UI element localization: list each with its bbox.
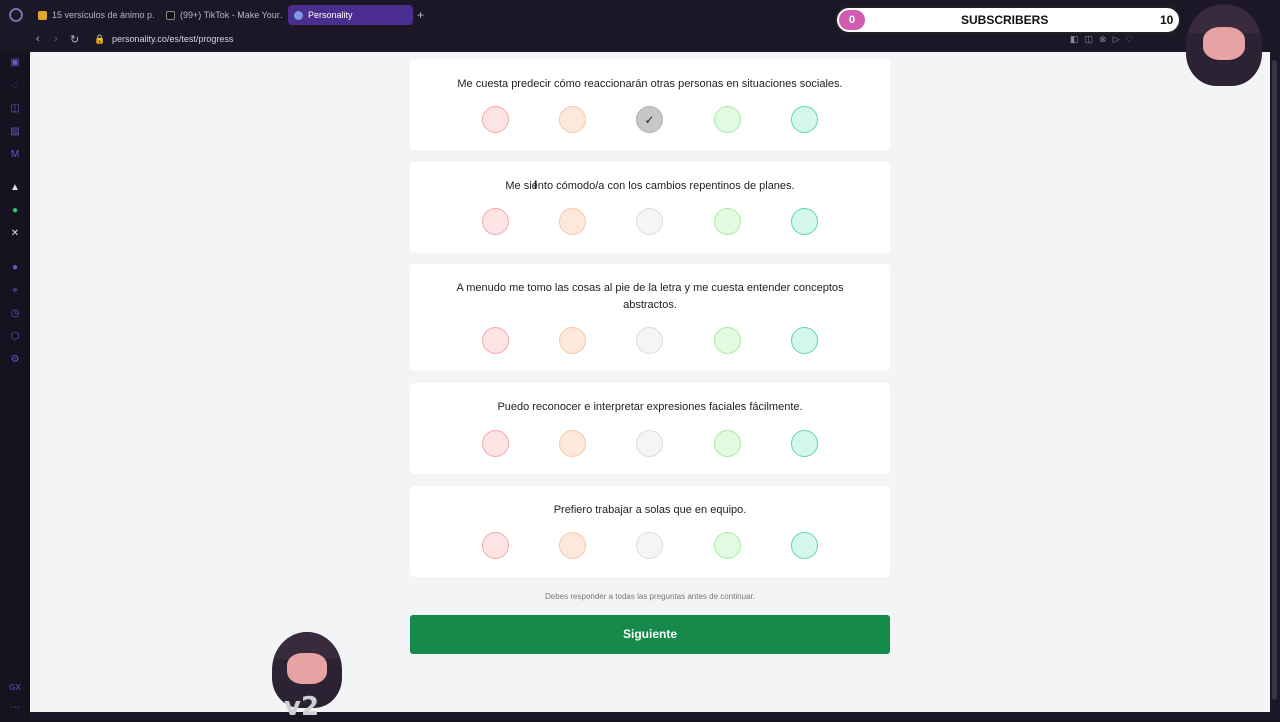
version-badge: v2 <box>284 692 320 722</box>
page-content: Me cuesta predecir cómo reaccionarán otr… <box>30 52 1270 712</box>
question-text: Me cuesta predecir cómo reaccionarán otr… <box>457 78 843 90</box>
new-tab-button[interactable]: + <box>417 8 424 22</box>
check-icon: ✓ <box>644 112 655 127</box>
answer-option-2[interactable] <box>559 208 586 235</box>
bookmark-favicon-icon <box>38 10 47 20</box>
next-button[interactable]: Siguiente <box>410 615 890 654</box>
avatar-face <box>1202 26 1246 60</box>
subscriber-count: 0 <box>839 10 865 30</box>
spotify-icon[interactable]: ● <box>9 262 21 274</box>
answer-option-4[interactable] <box>714 327 741 354</box>
sidebar-history-icon[interactable]: ◌ <box>9 80 21 92</box>
horizontal-scrollbar[interactable] <box>30 712 1270 720</box>
sidebar-gx-icon[interactable]: ▣ <box>9 57 21 69</box>
question-card: A menudo me tomo las cosas al pie de la … <box>410 264 890 371</box>
answer-option-4[interactable] <box>714 430 741 457</box>
avatar-face <box>287 653 327 684</box>
sidebar-note-icon[interactable]: ▨ <box>9 126 21 138</box>
text-cursor-icon: I <box>534 178 538 192</box>
extensions-icon[interactable]: ⊗ <box>1099 34 1107 45</box>
answer-option-3[interactable] <box>636 532 663 559</box>
toolbar-icons: ◧ ◫ ⊗ ▷ ♡ <box>1070 34 1134 45</box>
opera-logo-icon[interactable] <box>9 8 23 22</box>
question-card: Puedo reconocer e interpretar expresione… <box>410 383 890 474</box>
answer-option-5[interactable] <box>791 106 818 133</box>
answer-option-5[interactable] <box>791 327 818 354</box>
more-icon[interactable]: ⋯ <box>9 702 21 714</box>
reload-icon[interactable]: ↻ <box>70 33 79 46</box>
tab-personality[interactable]: Personality <box>288 5 413 25</box>
play-icon[interactable]: ▷ <box>1113 34 1120 45</box>
validation-notice: Debes responder a todas las preguntas an… <box>545 592 755 601</box>
share-icon[interactable]: ◫ <box>1085 34 1094 45</box>
answer-option-1[interactable] <box>482 327 509 354</box>
whatsapp-icon[interactable]: ● <box>9 205 21 217</box>
answer-option-1[interactable] <box>482 208 509 235</box>
answer-option-4[interactable] <box>714 208 741 235</box>
forward-icon[interactable]: › <box>54 33 58 45</box>
tab-label: 15 versículos de ánimo p… <box>52 10 154 20</box>
answer-option-3[interactable]: ✓ <box>636 106 663 133</box>
answer-option-3[interactable] <box>636 327 663 354</box>
tab-label: Personality <box>308 10 353 20</box>
personality-favicon-icon <box>294 10 303 20</box>
gx-corner-icon[interactable]: GX <box>9 682 21 694</box>
scrollbar-thumb[interactable] <box>1272 60 1277 700</box>
question-text: Prefiero trabajar a solas que en equipo. <box>553 504 747 516</box>
question-card: Prefiero trabajar a solas que en equipo. <box>410 486 890 577</box>
url-field[interactable]: personality.co/es/test/progress <box>112 34 233 44</box>
tab-tiktok[interactable]: (99+) TikTok - Make Your… <box>160 5 282 25</box>
tab-label: (99+) TikTok - Make Your… <box>180 10 282 20</box>
answer-option-4[interactable] <box>714 106 741 133</box>
x-icon[interactable]: ✕ <box>9 228 21 240</box>
settings-icon[interactable]: ⚙ <box>9 354 21 366</box>
question-text: Puedo reconocer e interpretar expresione… <box>497 401 803 413</box>
answer-option-1[interactable] <box>482 106 509 133</box>
heart-icon[interactable]: ♡ <box>1126 34 1134 45</box>
subscriber-label: SUBSCRIBERS <box>961 13 1049 27</box>
answer-option-1[interactable] <box>482 532 509 559</box>
snapshot-icon[interactable]: ◧ <box>1070 34 1079 45</box>
subscriber-goal-widget: 0 SUBSCRIBERS 10 <box>835 6 1181 34</box>
answer-option-2[interactable] <box>559 106 586 133</box>
answer-option-3[interactable] <box>636 208 663 235</box>
sidebar-tinder-icon[interactable]: ▲ <box>9 182 21 194</box>
answer-option-3[interactable] <box>636 430 663 457</box>
answer-option-1[interactable] <box>482 430 509 457</box>
lock-icon: 🔒 <box>94 34 106 44</box>
cube-icon[interactable]: ⬡ <box>9 331 21 343</box>
answer-option-4[interactable] <box>714 532 741 559</box>
tiktok-favicon-icon <box>166 10 175 20</box>
question-card: Me siento cómodo/a con los cambios repen… <box>410 162 890 253</box>
answer-option-5[interactable] <box>791 532 818 559</box>
answer-option-2[interactable] <box>559 327 586 354</box>
subscriber-goal: 10 <box>1160 13 1174 27</box>
answer-option-2[interactable] <box>559 532 586 559</box>
sidebar-bag-icon[interactable]: ◫ <box>9 103 21 115</box>
tab-versiculos[interactable]: 15 versículos de ánimo p… <box>32 5 154 25</box>
question-text: A menudo me tomo las cosas al pie de la … <box>456 282 844 311</box>
answer-option-5[interactable] <box>791 208 818 235</box>
streamer-avatar <box>1186 4 1262 86</box>
question-text: Me siento cómodo/a con los cambios repen… <box>505 180 795 192</box>
answer-option-2[interactable] <box>559 430 586 457</box>
answer-option-5[interactable] <box>791 430 818 457</box>
sidebar-messenger-icon[interactable]: M <box>9 149 21 161</box>
pin-icon[interactable]: ⌖ <box>9 285 21 297</box>
question-card: Me cuesta predecir cómo reaccionarán otr… <box>410 59 890 150</box>
clock-icon[interactable]: ◷ <box>9 308 21 320</box>
back-icon[interactable]: ‹ <box>36 33 40 45</box>
